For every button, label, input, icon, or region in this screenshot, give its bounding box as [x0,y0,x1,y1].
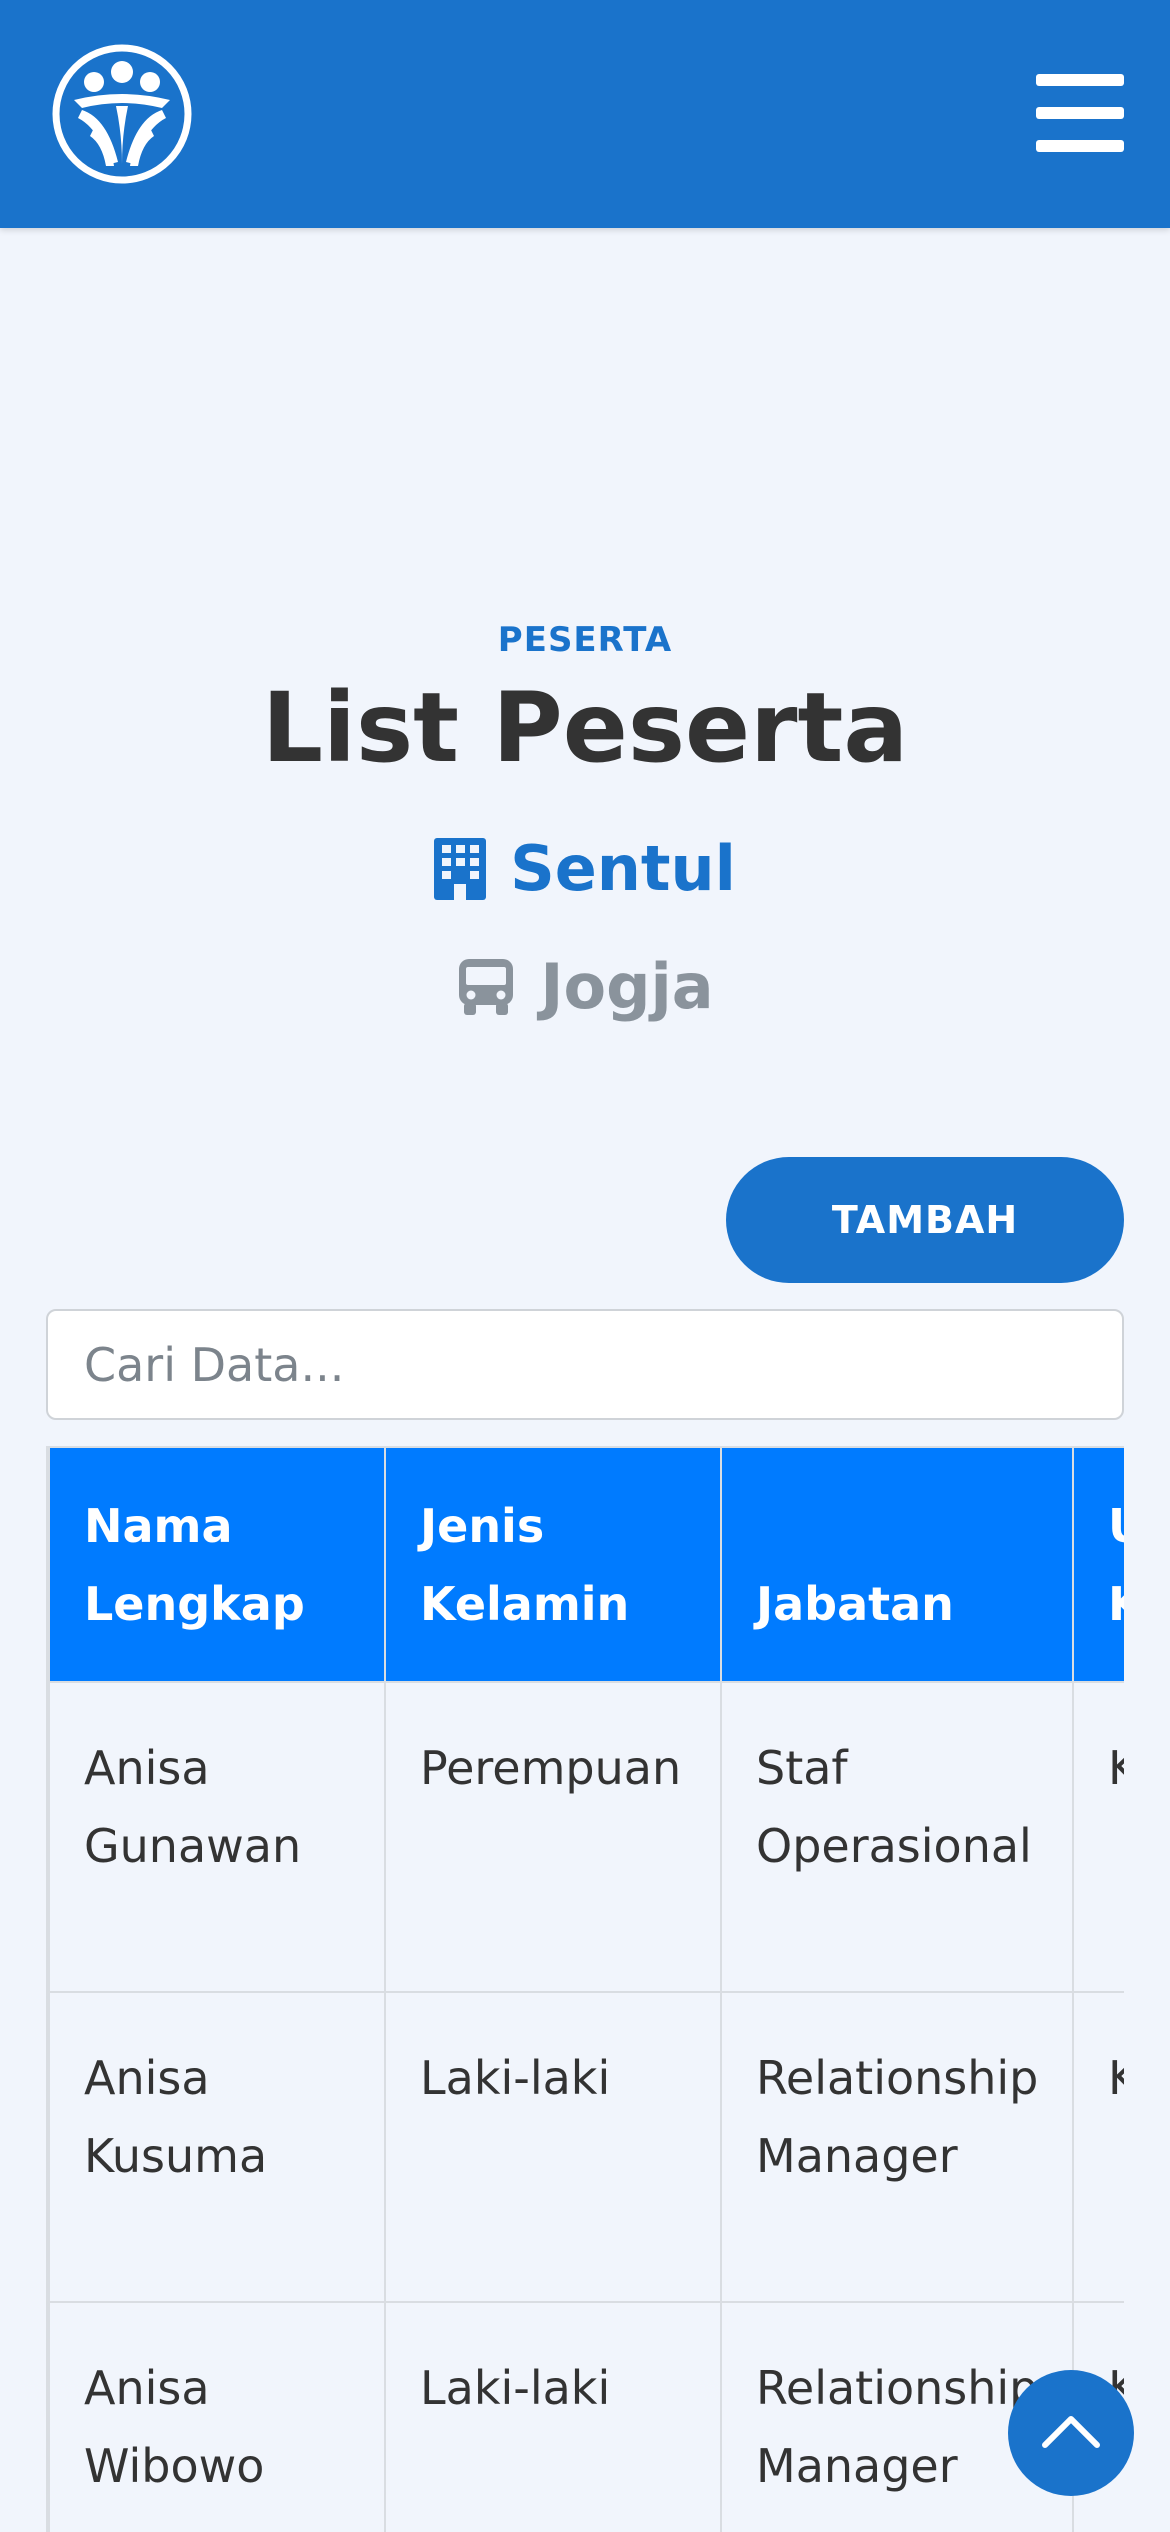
column-header[interactable]: Jenis Kelamin [384,1446,722,1683]
route-name: Jogja [540,950,714,1023]
table-cell: Staf Operasional [720,1681,1074,1993]
column-header[interactable]: Nama Lengkap [48,1446,386,1683]
route-location: Jogja [0,950,1170,1023]
building-icon [434,837,487,900]
menu-bar [1036,140,1124,152]
table-cell: K [1072,1991,1124,2303]
menu-bar [1036,107,1124,119]
menu-bar [1036,74,1124,86]
table-cell: Laki-laki [384,2301,722,2532]
participants-table[interactable]: Nama Lengkap Jenis Kelamin Jabatan Unit … [46,1446,1124,2532]
hamburger-menu-icon[interactable] [1036,74,1124,154]
table-cell: Perempuan [384,1681,722,1993]
table-cell: Anisa Wibowo [48,2301,386,2532]
chevron-up-icon [1041,2411,1101,2455]
table-row[interactable]: Anisa Kusuma Laki-laki Relationship Mana… [48,1991,1124,2303]
table-row[interactable]: Anisa Gunawan Perempuan Staf Operasional… [48,1681,1124,1993]
table-cell: Relationship Manager [720,1991,1074,2303]
table-cell: Anisa Gunawan [48,1681,386,1993]
column-header[interactable]: Jabatan [720,1446,1074,1683]
company-location: Sentul [0,832,1170,905]
table-cell: K [1072,1681,1124,1993]
app-header [0,0,1170,228]
add-button[interactable]: TAMBAH [726,1157,1124,1283]
column-header[interactable]: Unit Kerja [1072,1446,1124,1683]
scroll-top-button[interactable] [1008,2370,1134,2496]
table-cell: Laki-laki [384,1991,722,2303]
table-cell: Anisa Kusuma [48,1991,386,2303]
community-logo-icon[interactable] [52,44,192,184]
table-row[interactable]: Anisa Wibowo Laki-laki Relationship Mana… [48,2301,1124,2532]
company-name: Sentul [510,832,736,905]
table-header-row: Nama Lengkap Jenis Kelamin Jabatan Unit … [48,1446,1124,1683]
section-label: PESERTA [497,620,673,660]
search-input[interactable] [46,1309,1124,1420]
page-title: List Peserta [261,672,909,784]
bus-icon [456,957,516,1017]
